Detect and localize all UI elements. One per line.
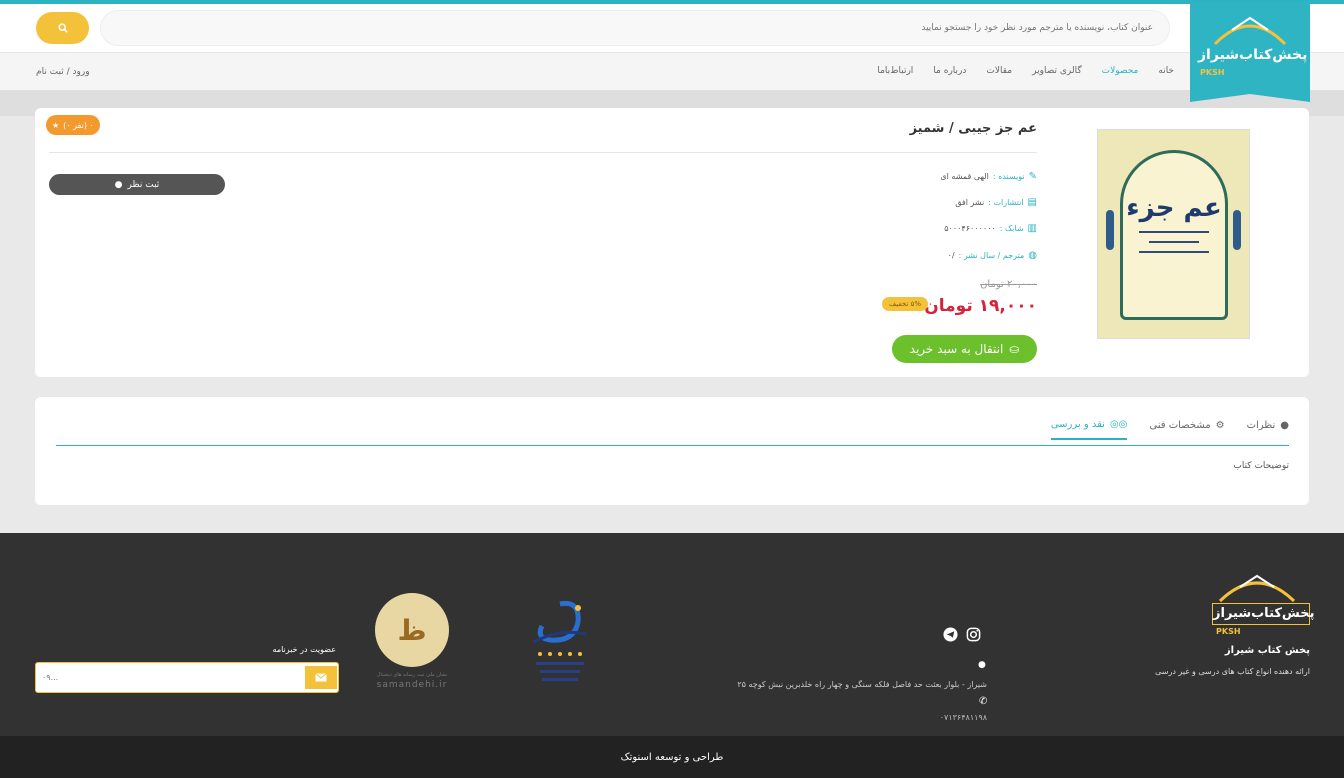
footer: پخش‌کتاب‌شیراز PKSH پخش کتاب شیراز ارائه… (0, 533, 1344, 736)
rating-badge[interactable]: ★ (۰ نفر) ۰ (46, 115, 100, 135)
footer-phone: ۰۷۱۳۶۴۸۱۱۹۸ (939, 713, 987, 722)
translator-row: ◍ مترجم / سال نشر : /۰ (948, 250, 1037, 261)
login-link[interactable]: ورود / ثبت نام (36, 67, 90, 77)
samandehi-caption: نشان ملی ثبت رسانه های دیجیتال (376, 672, 448, 678)
newsletter-submit-button[interactable] (305, 666, 337, 689)
footer-description: ارائه دهنده انواع کتاب های درسی و غیر در… (1155, 667, 1310, 676)
submit-comment-button[interactable]: ● ثبت نظر (49, 174, 225, 195)
newsletter-input[interactable] (42, 669, 302, 686)
tab-specs-label: مشخصات فنی (1149, 420, 1211, 431)
nav-item-products[interactable]: محصولات (1102, 66, 1139, 76)
logo-text: پخش‌کتاب‌شیراز (1198, 47, 1308, 63)
publisher-row: ▤ انتشارات : نشر افق (955, 197, 1037, 208)
search-icon (57, 23, 68, 33)
comment-icon: ● (114, 179, 123, 190)
old-price: ۲۰,۰۰۰ تومان (980, 279, 1037, 290)
comments-icon: ● (1280, 420, 1289, 431)
logo-subtext: PKSH (1200, 68, 1225, 77)
isbn-row: ▥ شابک : ۵۰۰۰۴۶۰۰۰۰۰۰ (944, 223, 1037, 234)
footer-logo-subtext: PKSH (1216, 627, 1241, 636)
cover-line (1139, 231, 1209, 233)
details-tabs-card: ◎◎ نقد و بررسی ⚙ مشخصات فنی ● نظرات توضی… (35, 397, 1309, 505)
publisher-value[interactable]: نشر افق (955, 198, 984, 207)
cover-line (1139, 251, 1209, 253)
pencil-icon: ✎ (1028, 171, 1037, 182)
search-button[interactable] (36, 12, 89, 44)
roof-icon (1218, 574, 1296, 603)
publisher-icon: ▤ (1027, 197, 1037, 208)
cover-ornament-left (1106, 210, 1114, 250)
tab-specs[interactable]: ⚙ مشخصات فنی (1149, 419, 1224, 440)
tab-review[interactable]: ◎◎ نقد و بررسی (1050, 419, 1128, 440)
navbar: خانه محصولات گالری تصاویر مقالات درباره … (0, 52, 1344, 90)
telegram-icon[interactable] (943, 627, 958, 642)
author-value[interactable]: الهی قمشه ای (940, 172, 988, 181)
footer-company-name: پخش کتاب شیراز (1224, 645, 1310, 656)
cover-ornament-right (1233, 210, 1241, 250)
comment-button-label: ثبت نظر (127, 179, 160, 190)
nav-item-articles[interactable]: مقالات (986, 66, 1012, 76)
main-nav: خانه محصولات گالری تصاویر مقالات درباره … (877, 66, 1174, 76)
tab-review-label: نقد و بررسی (1050, 419, 1105, 430)
phone-icon: ✆ (979, 696, 988, 707)
author-label: نویسنده : (992, 172, 1025, 181)
cover-line (1149, 241, 1199, 243)
author-row: ✎ نویسنده : الهی قمشه ای (940, 171, 1037, 182)
tab-content-text: توضیحات کتاب (1233, 461, 1289, 471)
footer-logo-text: پخش‌کتاب‌شیراز (1212, 603, 1315, 625)
cover-frame: عم جزء (1120, 150, 1228, 320)
location-pin-icon: ● (978, 660, 986, 670)
roof-icon (1213, 16, 1287, 46)
rating-text: (۰ نفر) ۰ (63, 120, 94, 130)
enamad-badge-icon[interactable] (528, 598, 592, 693)
cart-button-label: انتقال به سبد خرید (909, 342, 1004, 356)
samandehi-badge[interactable]: ظ نشان ملی ثبت رسانه های دیجیتال samande… (370, 593, 454, 693)
barcode-icon: ▥ (1027, 223, 1037, 234)
tab-comments-label: نظرات (1246, 420, 1276, 431)
tab-list: ◎◎ نقد و بررسی ⚙ مشخصات فنی ● نظرات (1050, 419, 1289, 440)
title-divider (49, 152, 1037, 153)
basket-icon: ⛀ (1009, 342, 1020, 356)
new-price: ۱۹,۰۰۰ تومان (924, 296, 1037, 316)
globe-icon: ◍ (1028, 250, 1037, 261)
nav-item-home[interactable]: خانه (1158, 66, 1174, 76)
discount-badge: ۵% تخفیف (882, 297, 929, 311)
footer-address: شیراز - بلوار بعثت حد فاصل فلکه سنگی و چ… (737, 680, 987, 689)
social-links (943, 627, 981, 642)
cover-title: عم جزء (1126, 193, 1222, 223)
samandehi-url: samandehi.ir (376, 680, 448, 690)
newsletter-title: عضویت در خبرنامه (272, 645, 336, 654)
samandehi-seal-icon: ظ (375, 593, 449, 667)
site-logo[interactable]: پخش‌کتاب‌شیراز PKSH (1190, 2, 1310, 102)
newsletter-form (35, 662, 339, 693)
translator-value: /۰ (947, 251, 955, 260)
envelope-icon (315, 673, 327, 682)
translator-label: مترجم / سال نشر : (958, 251, 1025, 260)
instagram-icon[interactable] (966, 627, 981, 642)
isbn-label: شابک : (999, 224, 1024, 233)
product-card: عم جزء عم جز جیبی / شمیز ★ (۰ نفر) ۰ ● ث… (35, 108, 1309, 377)
search-input[interactable] (100, 10, 1170, 46)
tab-comments[interactable]: ● نظرات (1247, 419, 1289, 440)
add-to-cart-button[interactable]: ⛀ انتقال به سبد خرید (892, 335, 1037, 363)
book-cover-image[interactable]: عم جزء (1097, 129, 1250, 339)
header (0, 4, 1344, 52)
publisher-label: انتشارات : (988, 198, 1024, 207)
gears-icon: ⚙ (1215, 420, 1225, 431)
isbn-value: ۵۰۰۰۴۶۰۰۰۰۰۰ (944, 224, 996, 233)
glasses-icon: ◎◎ (1109, 419, 1128, 430)
nav-item-about[interactable]: درباره ما (933, 66, 966, 76)
nav-item-gallery[interactable]: گالری تصاویر (1032, 66, 1082, 76)
product-title: عم جز جیبی / شمیز (909, 121, 1037, 136)
star-icon: ★ (52, 120, 60, 130)
credits-bar: طراحی و توسعه اسنوتک (0, 736, 1344, 778)
tab-underline (56, 445, 1289, 446)
nav-item-contact[interactable]: ارتباط‌باما (877, 66, 913, 76)
